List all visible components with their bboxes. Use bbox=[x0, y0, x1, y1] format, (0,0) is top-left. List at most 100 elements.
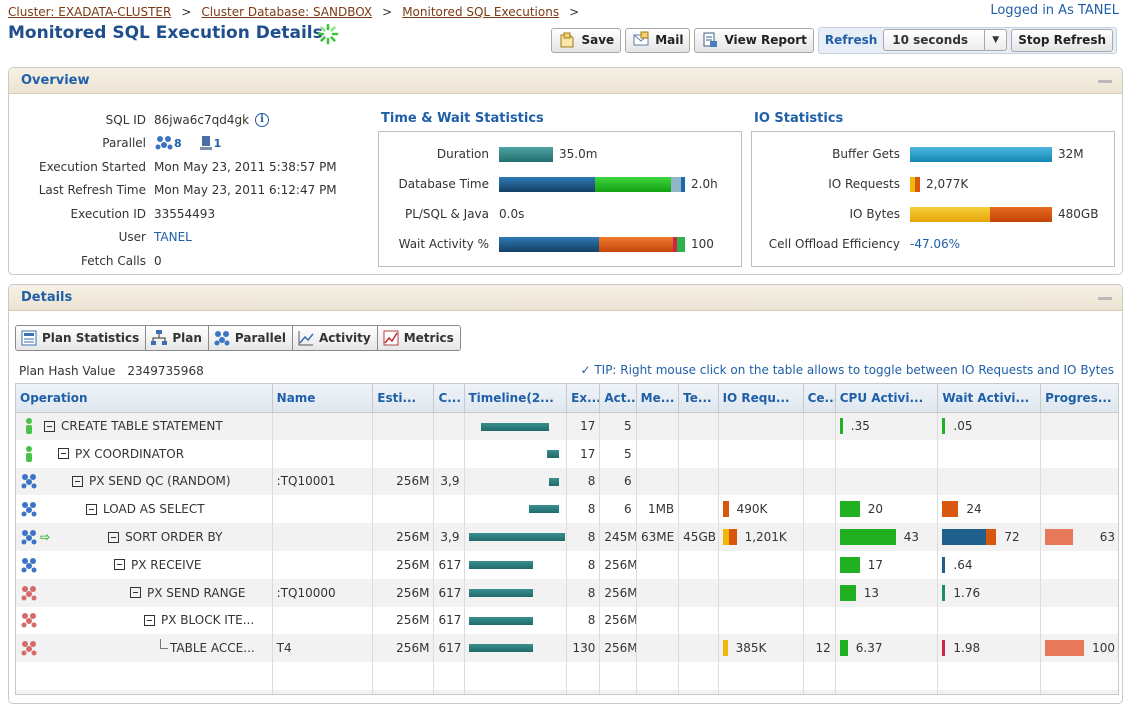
col-progress[interactable]: Progres... bbox=[1040, 384, 1118, 413]
cell-prog[interactable]: 100 bbox=[1040, 634, 1118, 663]
tab-parallel[interactable]: Parallel bbox=[208, 326, 293, 350]
col-io-requests[interactable]: IO Requ... bbox=[718, 384, 804, 413]
cell-act[interactable]: 256M bbox=[599, 634, 637, 663]
col-temp[interactable]: Te... bbox=[678, 384, 719, 413]
table-row[interactable]: CREATE TABLE STATEMENT 17 5 .35 .05 bbox=[16, 412, 1118, 440]
tree-collapse-icon[interactable] bbox=[108, 531, 120, 543]
cell-est[interactable]: 256M bbox=[372, 467, 435, 496]
wait-activity-bar[interactable] bbox=[499, 236, 685, 252]
cell-ex[interactable]: 130 bbox=[566, 634, 601, 663]
cell-ex[interactable]: 17 bbox=[566, 412, 601, 440]
tab-metrics[interactable]: Metrics bbox=[377, 326, 460, 350]
stop-refresh-button[interactable]: Stop Refresh bbox=[1011, 28, 1113, 52]
cell-cpu[interactable]: 6.37 bbox=[835, 634, 939, 663]
col-estimated-rows[interactable]: Esti... bbox=[372, 384, 435, 413]
cell-temp[interactable]: 45GB bbox=[678, 523, 719, 551]
cell-est[interactable] bbox=[372, 495, 435, 524]
activity-bar[interactable] bbox=[728, 529, 737, 546]
cell-mem[interactable]: 1MB bbox=[636, 495, 680, 524]
cell-temp[interactable] bbox=[678, 578, 719, 607]
breadcrumb-cluster-link[interactable]: Cluster: EXADATA-CLUSTER bbox=[8, 5, 171, 19]
cell-act[interactable]: 6 bbox=[599, 467, 637, 496]
activity-bar[interactable] bbox=[942, 584, 946, 601]
cell-operation[interactable]: TABLE ACCE... bbox=[16, 634, 273, 663]
activity-bar[interactable] bbox=[839, 418, 843, 435]
table-row[interactable]: LOAD AS SELECT 8 6 1MB 490K 20 24 bbox=[16, 495, 1118, 524]
cell-act[interactable]: 256M bbox=[599, 578, 637, 607]
cell-cost[interactable] bbox=[433, 412, 465, 440]
cell-wait[interactable] bbox=[937, 606, 1042, 635]
cell-wait[interactable] bbox=[937, 467, 1042, 496]
tab-plan-statistics[interactable]: Plan Statistics bbox=[16, 326, 147, 350]
cell-timeline[interactable] bbox=[464, 467, 568, 496]
cell-temp[interactable] bbox=[678, 606, 719, 635]
cell-timeline[interactable] bbox=[464, 606, 568, 635]
cell-cpu[interactable] bbox=[835, 606, 939, 635]
table-row[interactable]: PX SEND QC (RANDOM):TQ10001 256M 3,9 8 6 bbox=[16, 467, 1118, 496]
cell-cell[interactable] bbox=[803, 412, 836, 440]
cell-timeline[interactable] bbox=[464, 550, 568, 579]
col-name[interactable]: Name bbox=[272, 384, 374, 413]
cell-cell[interactable] bbox=[803, 523, 836, 551]
tree-collapse-icon[interactable] bbox=[144, 614, 155, 626]
cell-operation[interactable]: ⇨ SORT ORDER BY bbox=[16, 523, 273, 551]
cell-cell[interactable] bbox=[803, 495, 836, 524]
cell-name[interactable] bbox=[272, 550, 374, 579]
activity-bar[interactable] bbox=[1045, 529, 1074, 546]
cell-prog[interactable] bbox=[1040, 606, 1118, 635]
cell-io[interactable] bbox=[718, 412, 804, 440]
collapse-icon[interactable] bbox=[1098, 80, 1112, 83]
cell-io[interactable]: 490K bbox=[718, 495, 804, 524]
cell-est[interactable]: 256M bbox=[372, 606, 435, 635]
table-row[interactable]: PX COORDINATOR 17 5 bbox=[16, 439, 1118, 468]
timeline-bar[interactable] bbox=[468, 588, 533, 597]
cell-cell[interactable] bbox=[803, 550, 836, 579]
cell-cpu[interactable]: .35 bbox=[835, 412, 939, 440]
cell-act[interactable]: 256M bbox=[599, 550, 637, 579]
user-value[interactable]: TANEL bbox=[154, 230, 192, 244]
cell-cell[interactable] bbox=[803, 606, 836, 635]
cell-temp[interactable] bbox=[678, 634, 719, 663]
cell-est[interactable] bbox=[372, 412, 435, 440]
cell-est[interactable]: 256M bbox=[372, 550, 435, 579]
cell-cost[interactable]: 617 bbox=[433, 606, 465, 635]
col-memory[interactable]: Me... bbox=[636, 384, 680, 413]
cell-io[interactable] bbox=[718, 550, 804, 579]
activity-bar[interactable] bbox=[839, 501, 860, 518]
cell-mem[interactable] bbox=[636, 606, 680, 635]
cell-timeline[interactable] bbox=[464, 495, 568, 524]
tree-collapse-icon[interactable] bbox=[130, 587, 141, 599]
cell-est[interactable]: 256M bbox=[372, 578, 435, 607]
activity-bar[interactable] bbox=[986, 529, 997, 546]
cell-cost[interactable]: 3,9 bbox=[433, 523, 465, 551]
table-row[interactable]: TABLE ACCE... T4 256M 617 130 256M 385K 12 6.37 1… bbox=[16, 634, 1118, 663]
cell-ex[interactable]: 8 bbox=[566, 606, 601, 635]
cell-name[interactable] bbox=[272, 495, 374, 524]
view-report-button[interactable]: View Report bbox=[694, 27, 814, 53]
session-user-icon[interactable] bbox=[20, 445, 38, 463]
cell-cost[interactable]: 617 bbox=[433, 634, 465, 663]
tree-collapse-icon[interactable] bbox=[72, 475, 83, 487]
cell-cpu[interactable]: 20 bbox=[835, 495, 939, 524]
cell-est[interactable]: 256M bbox=[372, 523, 435, 551]
cell-mem[interactable]: 63ME bbox=[636, 523, 680, 551]
cell-mem[interactable] bbox=[636, 439, 680, 468]
cell-name[interactable] bbox=[272, 606, 374, 635]
cell-timeline[interactable] bbox=[464, 634, 568, 663]
cell-io[interactable] bbox=[718, 578, 804, 607]
cell-operation[interactable]: PX SEND QC (RANDOM) bbox=[16, 467, 273, 496]
cell-temp[interactable] bbox=[678, 439, 719, 468]
activity-bar[interactable] bbox=[839, 556, 860, 573]
cell-operation[interactable]: PX RECEIVE bbox=[16, 550, 273, 579]
details-header[interactable]: Details bbox=[9, 285, 1122, 311]
col-cell-offload[interactable]: Ce... bbox=[803, 384, 836, 413]
tab-activity[interactable]: Activity bbox=[292, 326, 378, 350]
io-requests-bar[interactable] bbox=[910, 176, 920, 192]
cell-temp[interactable] bbox=[678, 495, 719, 524]
tree-collapse-icon[interactable] bbox=[44, 420, 55, 432]
px-slave-red-icon[interactable] bbox=[20, 584, 38, 602]
breadcrumb-sql-executions-link[interactable]: Monitored SQL Executions bbox=[402, 5, 559, 19]
cell-timeline[interactable] bbox=[464, 439, 568, 468]
activity-bar[interactable] bbox=[722, 640, 728, 657]
plan-statistics-table[interactable]: Operation Name Esti... C... Timeline(2..… bbox=[15, 383, 1119, 695]
